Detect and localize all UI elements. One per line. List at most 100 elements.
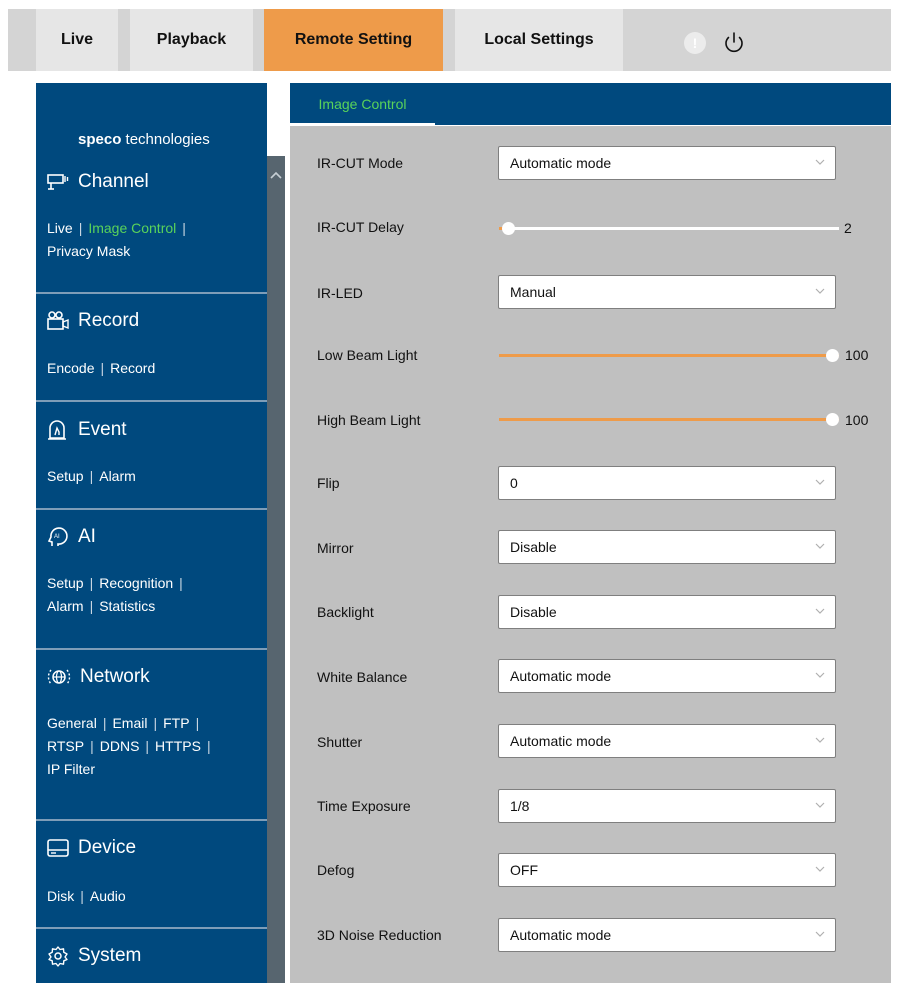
tab-label: Image Control [318,96,407,112]
separator: | [102,715,107,731]
sidebar-item-statistics[interactable]: Statistics [99,598,155,614]
backlight-select[interactable]: Disable [498,595,836,629]
tab-remote-setting[interactable]: Remote Setting [264,9,443,71]
high-beam-slider-handle[interactable] [826,413,839,426]
ir-led-select[interactable]: Manual [498,275,836,309]
separator: | [89,598,94,614]
select-value: Manual [510,284,556,300]
sidebar-item-event-setup[interactable]: Setup [47,468,84,484]
sidebar-item-ip-filter[interactable]: IP Filter [47,761,95,777]
power-icon[interactable] [721,30,747,56]
tab-live[interactable]: Live [36,9,118,71]
sidebar-item-encode[interactable]: Encode [47,360,94,376]
separator: | [100,360,105,376]
ircut-delay-slider-handle[interactable] [502,222,515,235]
sidebar-section-title: Event [78,419,127,440]
time-exposure-select[interactable]: 1/8 [498,789,836,823]
mirror-select[interactable]: Disable [498,530,836,564]
low-beam-value: 100 [845,347,869,363]
slider-fill [499,418,839,421]
noise-reduction-select[interactable]: Automatic mode [498,918,836,952]
sidebar-item-live[interactable]: Live [47,220,73,236]
ircut-delay-slider[interactable] [499,227,839,230]
gear-icon [48,946,68,967]
high-beam-slider[interactable] [499,418,839,421]
sidebar-links-device: Disk | Audio [47,885,262,908]
flip-select[interactable]: 0 [498,466,836,500]
chevron-down-icon [815,866,825,872]
chevron-down-icon [815,479,825,485]
brand-name-bold: speco [78,131,122,148]
separator: | [89,575,94,591]
flip-label: Flip [317,475,340,491]
sidebar-item-ddns[interactable]: DDNS [100,738,140,754]
tab-image-control[interactable]: Image Control [290,83,435,125]
sidebar-section-title: AI [78,526,96,547]
alarm-siren-icon [48,420,66,440]
svg-text:AI: AI [54,534,60,540]
tab-playback[interactable]: Playback [130,9,253,71]
select-value: OFF [510,862,538,878]
sidebar-scrollbar[interactable] [267,156,285,983]
sidebar-links-channel: Live | Image Control | Privacy Mask [47,217,262,263]
chevron-down-icon [815,543,825,549]
sidebar-section-title: Device [78,837,137,858]
shutter-select[interactable]: Automatic mode [498,724,836,758]
high-beam-value: 100 [845,412,869,428]
high-beam-label: High Beam Light [317,412,421,428]
video-recorder-icon [47,311,69,330]
chevron-up-icon [270,171,282,179]
sidebar-item-general[interactable]: General [47,715,97,731]
sidebar-divider [36,648,267,650]
sidebar-item-rtsp[interactable]: RTSP [47,738,84,754]
sidebar-item-audio[interactable]: Audio [90,888,126,904]
ircut-mode-select[interactable]: Automatic mode [498,146,836,180]
sidebar-section-event[interactable]: Event [46,419,127,441]
low-beam-label: Low Beam Light [317,347,418,363]
ircut-delay-label: IR-CUT Delay [317,219,404,235]
sidebar-links-record: Encode | Record [47,357,262,380]
camera-icon [47,174,69,190]
tab-local-settings[interactable]: Local Settings [455,9,623,71]
sidebar-item-recognition[interactable]: Recognition [99,575,173,591]
noise-reduction-label: 3D Noise Reduction [317,927,442,943]
sidebar-item-ai-alarm[interactable]: Alarm [47,598,84,614]
sidebar-item-https[interactable]: HTTPS [155,738,201,754]
alert-icon[interactable]: ! [684,32,706,54]
low-beam-slider-handle[interactable] [826,349,839,362]
chevron-down-icon [815,159,825,165]
chevron-down-icon [815,672,825,678]
sidebar-item-email[interactable]: Email [112,715,147,731]
tab-label: Local Settings [484,31,594,48]
sidebar-links-ai: Setup | Recognition | Alarm | Statistics [47,572,262,618]
sidebar-section-network[interactable]: Network [46,666,150,688]
sidebar-item-disk[interactable]: Disk [47,888,74,904]
separator: | [206,738,211,754]
separator: | [89,468,94,484]
shutter-label: Shutter [317,734,363,750]
separator: | [153,715,158,731]
ai-head-icon: AI [47,527,68,546]
sidebar-item-record[interactable]: Record [110,360,155,376]
sidebar-section-channel[interactable]: Channel [46,171,149,193]
sidebar-section-system[interactable]: System [46,945,141,967]
separator: | [195,715,200,731]
low-beam-slider[interactable] [499,354,839,357]
sidebar-item-image-control[interactable]: Image Control [88,220,176,236]
sidebar-item-ai-setup[interactable]: Setup [47,575,84,591]
sidebar-divider [36,508,267,510]
defog-select[interactable]: OFF [498,853,836,887]
tab-label: Playback [156,31,227,48]
separator: | [145,738,150,754]
select-value: Automatic mode [510,668,612,684]
scroll-up-button[interactable] [267,163,285,187]
sidebar-section-record[interactable]: Record [46,310,139,332]
sidebar-item-privacy-mask[interactable]: Privacy Mask [47,243,130,259]
sidebar-section-ai[interactable]: AI AI [46,526,96,548]
sidebar-item-event-alarm[interactable]: Alarm [99,468,136,484]
white-balance-select[interactable]: Automatic mode [498,659,836,693]
sidebar-item-ftp[interactable]: FTP [163,715,189,731]
sidebar-section-device[interactable]: Device [46,837,136,859]
brand-logo: speco technologies [78,131,210,148]
brand-name-rest: technologies [121,131,210,148]
